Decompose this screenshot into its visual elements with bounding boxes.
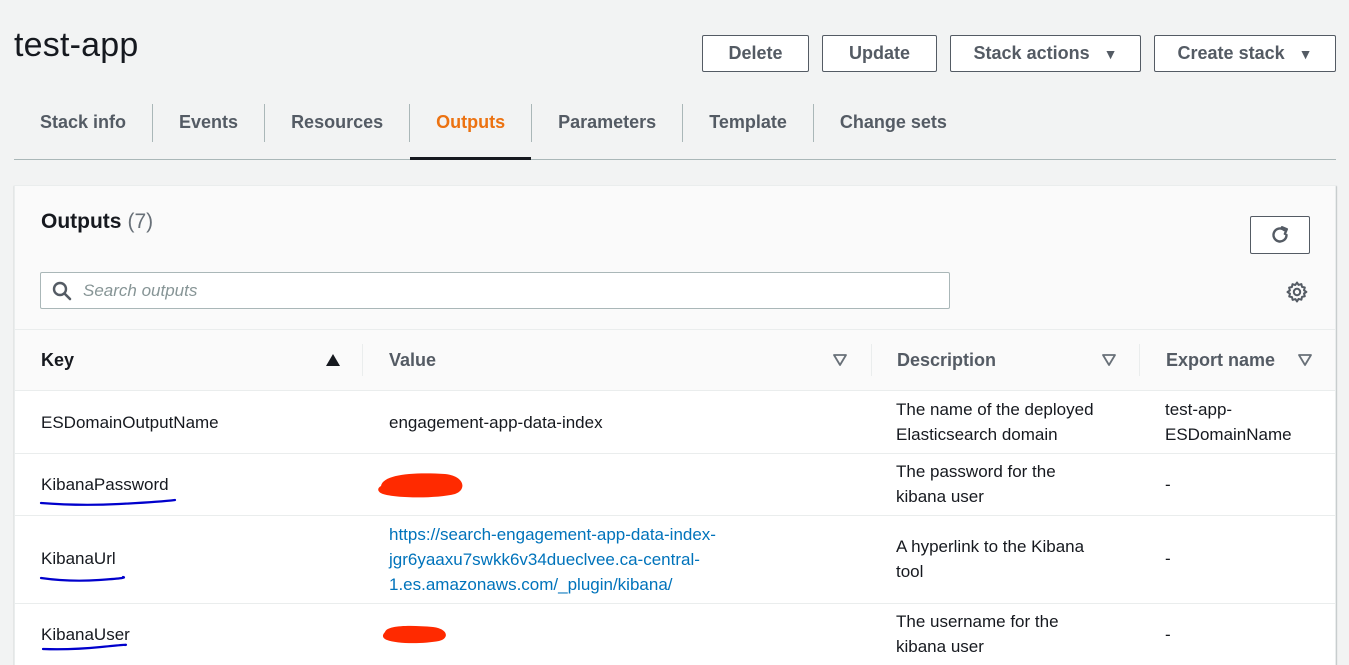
redaction-mark [378,473,463,498]
table-row: ESDomainOutputName engagement-app-data-i… [15,391,1335,454]
export-line: ESDomainName [1165,425,1292,444]
output-description: The name of the deployed Elasticsearch d… [896,397,1094,447]
tab-label: Template [709,111,787,132]
annotation-underline [39,575,126,582]
stack-actions-bar: Delete Update Stack actions ▼ Create sta… [702,35,1336,72]
annotation-underline [39,498,177,506]
annotation-underline [41,643,128,651]
stack-tabs: Stack info Events Resources Outputs Para… [14,103,1336,160]
update-button[interactable]: Update [822,35,937,72]
column-header-export-name[interactable]: Export name [1166,330,1296,391]
create-stack-label: Create stack [1177,43,1285,63]
caret-down-icon: ▼ [1298,45,1313,62]
tab-label: Events [179,111,239,132]
description-line: A hyperlink to the Kibana [896,537,1085,556]
tab-resources[interactable]: Resources [265,103,409,159]
delete-button[interactable]: Delete [702,35,809,72]
description-line: Elasticsearch domain [896,425,1058,444]
description-line: The name of the deployed [896,400,1094,419]
search-icon [41,281,83,301]
tab-label: Change sets [839,111,947,132]
tab-outputs[interactable]: Outputs [410,103,532,160]
tab-label: Outputs [436,111,506,132]
export-line: test-app- [1165,400,1233,419]
column-label: Description [897,350,997,370]
description-line: kibana user [896,637,984,656]
outputs-panel-header: Outputs (7) [15,186,1335,330]
tab-label: Parameters [558,111,657,132]
output-export-name: - [1165,475,1171,494]
output-export-name: - [1165,549,1171,568]
description-line: The username for the [896,612,1059,631]
tab-events[interactable]: Events [153,103,264,159]
description-line: kibana user [896,487,984,506]
caret-down-icon: ▼ [1103,45,1118,62]
output-export-name: - [1165,625,1171,644]
sort-icon[interactable] [1102,354,1116,366]
output-description: The username for the kibana user [896,609,1059,659]
stack-actions-label: Stack actions [973,43,1090,63]
description-line: tool [896,562,924,581]
stack-actions-dropdown[interactable]: Stack actions ▼ [950,35,1141,72]
outputs-table-header: Key Value Description Export name [15,330,1335,391]
kibana-url-link[interactable]: https://search-engagement-app-data-index… [389,522,716,597]
column-divider [871,344,872,376]
gear-icon[interactable] [1285,280,1309,304]
sort-icon[interactable] [1298,354,1312,366]
sort-ascending-icon[interactable] [326,354,340,366]
tab-parameters[interactable]: Parameters [532,103,682,159]
tab-label: Resources [291,111,384,132]
redaction-mark [382,625,446,644]
output-key: KibanaPassword [41,475,169,494]
output-value: engagement-app-data-index [389,413,603,432]
table-row: KibanaPassword The password for the kiba… [15,454,1335,516]
create-stack-dropdown[interactable]: Create stack ▼ [1154,35,1336,72]
outputs-panel: Outputs(7) Key [14,185,1336,665]
sort-icon[interactable] [833,354,847,366]
tab-change-sets[interactable]: Change sets [814,103,973,159]
column-header-description[interactable]: Description [897,330,1097,391]
refresh-icon [1272,226,1288,243]
update-button-label: Update [848,43,910,63]
outputs-title: Outputs (7) [41,210,153,234]
search-input[interactable] [83,273,949,308]
link-line: jgr6yaaxu7swkk6v34dueclvee.ca-central- [389,550,700,569]
output-key: KibanaUrl [41,549,116,568]
tab-label: Stack info [40,111,127,132]
column-divider [1139,344,1140,376]
search-outputs-field[interactable] [40,272,950,309]
table-row: KibanaUser The username for the kibana u… [15,604,1335,665]
output-description: A hyperlink to the Kibana tool [896,534,1084,584]
output-export-name: test-app- ESDomainName [1165,397,1292,447]
column-divider [362,344,363,376]
column-label: Export name [1166,350,1276,370]
refresh-button[interactable] [1250,216,1310,254]
column-header-key[interactable]: Key [41,330,351,391]
link-line: https://search-engagement-app-data-index… [389,525,716,544]
tab-stack-info[interactable]: Stack info [14,103,152,159]
description-line: The password for the [896,462,1056,481]
output-description: The password for the kibana user [896,459,1056,509]
table-row: KibanaUrl https://search-engagement-app-… [15,516,1335,604]
column-label: Key [41,350,75,370]
delete-button-label: Delete [728,43,783,63]
column-header-value[interactable]: Value [389,330,829,391]
output-key: ESDomainOutputName [41,413,219,432]
page-title: test-app [14,26,139,64]
outputs-count: (7) [127,210,154,233]
tab-template[interactable]: Template [683,103,813,159]
outputs-title-text: Outputs [41,210,122,233]
column-label: Value [389,350,437,370]
link-line: 1.es.amazonaws.com/_plugin/kibana/ [389,575,673,594]
